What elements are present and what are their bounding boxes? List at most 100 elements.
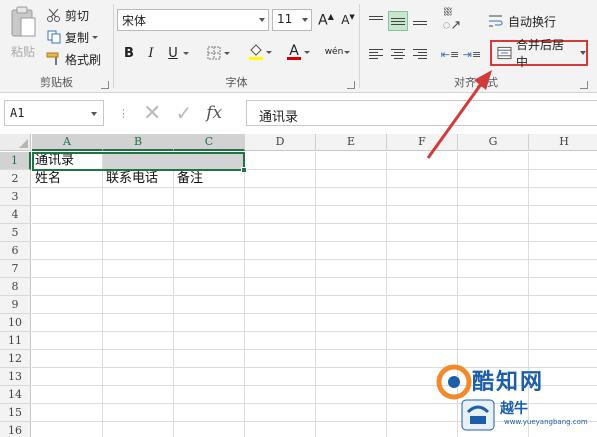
font-color-button[interactable]: A bbox=[284, 42, 310, 62]
name-box[interactable]: A1 bbox=[4, 100, 104, 126]
font-name-dropdown-icon bbox=[259, 18, 265, 22]
fill-handle[interactable] bbox=[241, 167, 247, 173]
align-right-button[interactable] bbox=[410, 44, 430, 64]
borders-icon bbox=[207, 46, 221, 60]
select-all-button[interactable] bbox=[0, 134, 31, 151]
cell-b2[interactable]: 联系电话 bbox=[103, 170, 158, 188]
row-header-5[interactable]: 5 bbox=[0, 224, 31, 242]
column-header-d[interactable]: D bbox=[245, 134, 316, 151]
row-header-14[interactable]: 14 bbox=[0, 386, 31, 404]
bottom-align-button[interactable] bbox=[410, 11, 430, 31]
alignment-group: ᢆ↗ 自动换行 ⇤≡ ⇥≡ 合并后居中 对齐方式 bbox=[360, 0, 592, 93]
column-header-e[interactable]: E bbox=[316, 134, 387, 151]
merge-dropdown-icon[interactable] bbox=[580, 51, 586, 55]
font-group: 宋体 11 A▲ A▼ B I U A wén 字体 bbox=[114, 0, 359, 93]
name-box-value: A1 bbox=[10, 106, 25, 120]
decrease-font-size-button[interactable]: A▼ bbox=[338, 10, 358, 30]
bold-button[interactable]: B bbox=[119, 43, 139, 63]
watermark: 酷知网 越牛 www.yueyangbang.com bbox=[436, 362, 596, 434]
row-header-1[interactable]: 1 bbox=[0, 152, 31, 170]
font-launcher-icon[interactable] bbox=[347, 81, 355, 89]
align-center-button[interactable] bbox=[388, 44, 408, 64]
clipboard-group-label: 剪贴板 bbox=[40, 76, 73, 89]
copy-dropdown-icon[interactable] bbox=[92, 35, 99, 39]
font-name-value: 宋体 bbox=[122, 14, 147, 28]
cut-button[interactable]: 剪切 bbox=[46, 6, 89, 24]
column-header-c[interactable]: C bbox=[174, 134, 245, 151]
increase-font-icon: A▲ bbox=[318, 11, 334, 29]
formula-input[interactable]: 通讯录 bbox=[246, 100, 597, 126]
underline-button[interactable]: U bbox=[163, 43, 189, 63]
row-header-10[interactable]: 10 bbox=[0, 314, 31, 332]
merge-and-center-label: 合并后居中 bbox=[515, 38, 564, 69]
decrease-indent-button[interactable]: ⇤≡ bbox=[440, 44, 460, 64]
row-header-6[interactable]: 6 bbox=[0, 242, 31, 260]
formula-bar: A1 ⋮ ✕ ✓ fx 通讯录 bbox=[0, 94, 597, 134]
column-header-a[interactable]: A bbox=[32, 134, 103, 151]
paste-button[interactable]: 粘贴 bbox=[6, 6, 40, 64]
column-header-b[interactable]: B bbox=[103, 134, 174, 151]
formula-bar-icons: ⋮ ✕ ✓ fx bbox=[118, 100, 222, 126]
font-size-select[interactable]: 11 bbox=[272, 9, 312, 31]
row-header-3[interactable]: 3 bbox=[0, 188, 31, 206]
italic-button[interactable]: I bbox=[141, 43, 161, 63]
merge-cells-icon bbox=[497, 46, 512, 60]
orientation-button[interactable]: ᢆ↗ bbox=[442, 11, 462, 33]
align-center-icon bbox=[391, 49, 405, 59]
borders-button[interactable] bbox=[204, 43, 230, 63]
row-header-13[interactable]: 13 bbox=[0, 368, 31, 386]
increase-indent-icon: ⇥≡ bbox=[462, 47, 482, 61]
merge-and-center-button[interactable]: 合并后居中 bbox=[490, 38, 588, 69]
ribbon: 粘贴 剪切 复制 格式刷 剪贴板 宋体 11 A▲ A▼ B I U A wén… bbox=[0, 0, 597, 93]
cancel-icon[interactable]: ✕ bbox=[143, 101, 161, 126]
row-header-15[interactable]: 15 bbox=[0, 404, 31, 422]
row-header-2[interactable]: 2 bbox=[0, 170, 31, 188]
font-color-letter: A bbox=[289, 42, 299, 59]
top-align-button[interactable] bbox=[366, 11, 386, 31]
increase-font-size-button[interactable]: A▲ bbox=[316, 10, 336, 30]
fill-color-button[interactable] bbox=[246, 42, 272, 62]
copy-button[interactable]: 复制 bbox=[46, 28, 99, 46]
increase-indent-button[interactable]: ⇥≡ bbox=[462, 44, 482, 64]
enter-icon[interactable]: ✓ bbox=[175, 101, 192, 125]
font-color-swatch bbox=[287, 56, 301, 60]
alignment-launcher-icon[interactable] bbox=[580, 81, 588, 89]
row-header-16[interactable]: 16 bbox=[0, 422, 31, 437]
cell-c2[interactable]: 备注 bbox=[174, 170, 203, 188]
column-header-g[interactable]: G bbox=[458, 134, 529, 151]
scissors-icon bbox=[47, 8, 60, 22]
column-header-h[interactable]: H bbox=[529, 134, 597, 151]
row-header-8[interactable]: 8 bbox=[0, 278, 31, 296]
copy-icon bbox=[47, 30, 61, 44]
font-name-select[interactable]: 宋体 bbox=[117, 9, 269, 31]
font-size-value: 11 bbox=[277, 12, 293, 26]
cell-a2[interactable]: 姓名 bbox=[32, 170, 61, 188]
column-header-f[interactable]: F bbox=[387, 134, 458, 151]
align-left-button[interactable] bbox=[366, 44, 386, 64]
bottom-align-icon bbox=[413, 18, 427, 25]
middle-align-button[interactable] bbox=[388, 11, 408, 31]
row-header-9[interactable]: 9 bbox=[0, 296, 31, 314]
phonetic-guide-icon: wén bbox=[324, 46, 344, 57]
wrap-text-button[interactable]: 自动换行 bbox=[488, 11, 556, 31]
paste-icon bbox=[11, 6, 36, 37]
font-size-dropdown-icon bbox=[302, 18, 308, 22]
phonetic-guide-button[interactable]: wén bbox=[324, 42, 350, 62]
insert-function-button[interactable]: fx bbox=[206, 103, 222, 123]
row-header-7[interactable]: 7 bbox=[0, 260, 31, 278]
paste-label: 粘贴 bbox=[10, 45, 35, 59]
row-header-12[interactable]: 12 bbox=[0, 350, 31, 368]
selection-border bbox=[32, 152, 245, 171]
wrap-text-label: 自动换行 bbox=[508, 14, 557, 29]
orientation-icon: ᢆ↗ bbox=[442, 17, 462, 33]
cut-label: 剪切 bbox=[65, 8, 90, 23]
format-painter-label: 格式刷 bbox=[65, 52, 102, 67]
clipboard-launcher-icon[interactable] bbox=[101, 81, 109, 89]
paint-bucket-icon bbox=[249, 44, 263, 60]
row-header-11[interactable]: 11 bbox=[0, 332, 31, 350]
font-group-label: 字体 bbox=[225, 76, 248, 89]
watermark-logo-icon bbox=[436, 364, 472, 400]
format-painter-button[interactable]: 格式刷 bbox=[46, 50, 101, 68]
top-align-icon bbox=[369, 16, 383, 26]
row-header-4[interactable]: 4 bbox=[0, 206, 31, 224]
